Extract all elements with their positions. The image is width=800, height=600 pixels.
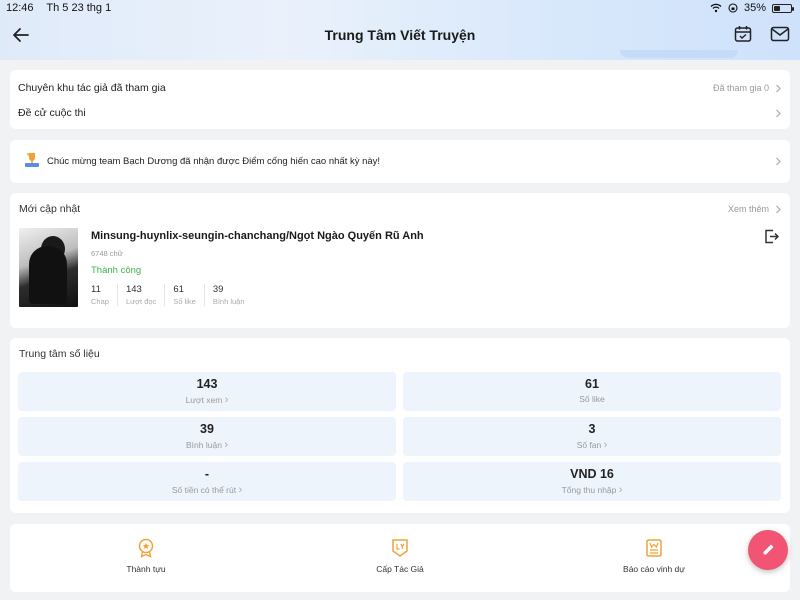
honor-report-button[interactable]: Báo cáo vinh dự (604, 538, 704, 574)
mail-icon[interactable] (770, 25, 790, 43)
announcement-banner[interactable]: Chúc mừng team Bạch Dương đã nhận được Đ… (10, 140, 790, 183)
navigation-bar: Trung Tâm Viết Truyện (0, 18, 800, 54)
tile-label: Số like (579, 394, 605, 404)
tile-label: Số fan (576, 440, 602, 450)
tile-value: VND 16 (570, 467, 614, 481)
trophy-icon (25, 153, 39, 167)
tile-value: 143 (196, 377, 218, 391)
book-title[interactable]: Minsung-huynlix-seungin-chanchang/Ngọt N… (91, 230, 424, 242)
joined-author-zones-row[interactable]: Chuyên khu tác giả đã tham gia Đã tham g… (18, 78, 782, 98)
tile-value: 39 (200, 422, 214, 436)
recently-updated-card: Mới cập nhật Xem thêm Minsung-huynlix-se… (10, 193, 790, 328)
tile-label: Số tiền có thể rút (171, 485, 237, 495)
stat-value: 61 (173, 284, 184, 295)
stat-likes: 61 Số like (173, 284, 205, 306)
author-links-card: Chuyên khu tác giả đã tham gia Đã tham g… (10, 70, 790, 129)
joined-count: Đã tham gia 0 (712, 83, 769, 93)
stat-label: Số like (173, 297, 196, 306)
contest-nomination-row[interactable]: Đề cử cuộc thi (18, 103, 782, 123)
data-center-card: Trung tâm số liệu 143 Lượt xem › 61 Số l… (10, 338, 790, 513)
page-title: Trung Tâm Viết Truyện (324, 27, 476, 43)
data-center-title: Trung tâm số liệu (19, 348, 100, 360)
see-more-label: Xem thêm (727, 204, 769, 214)
announcement-text: Chúc mừng team Bạch Dương đã nhận được Đ… (47, 155, 381, 167)
contest-nomination-label: Đề cử cuộc thi (18, 107, 86, 119)
battery-fill (774, 5, 780, 11)
cover-figure-body (29, 246, 67, 304)
chevron-right-icon (776, 205, 781, 213)
honor-report-icon (646, 539, 662, 557)
wifi-icon (710, 3, 722, 13)
calendar-icon[interactable] (734, 25, 752, 43)
chevron-right-icon (776, 109, 781, 117)
write-story-fab[interactable] (748, 530, 788, 570)
open-book-icon[interactable] (764, 229, 779, 244)
book-stats: 11 Chap 143 Lượt đọc 61 Số like 39 Bình … (91, 284, 261, 306)
level-badge-icon (392, 539, 408, 557)
status-bar: 12:46 Th 5 23 thg 1 35% (0, 0, 800, 18)
book-cover[interactable] (19, 228, 78, 307)
chevron-right-icon: › (224, 394, 229, 406)
achievements-button[interactable]: Thành tựu (96, 538, 196, 574)
tile-value: 61 (585, 377, 599, 391)
chevron-right-icon (776, 157, 781, 165)
medal-icon (138, 538, 154, 558)
stat-reads: 143 Lượt đọc (125, 284, 166, 306)
pencil-icon (763, 544, 774, 555)
stat-label: Chap (91, 297, 109, 306)
stat-value: 143 (125, 284, 142, 295)
book-status: Thành công (91, 265, 142, 276)
tile-likes[interactable]: 61 Số like (403, 372, 781, 411)
tile-value: 3 (588, 422, 596, 436)
honor-report-label: Báo cáo vinh dự (623, 564, 685, 574)
tile-fans[interactable]: 3 Số fan › (403, 417, 781, 456)
see-more-link[interactable]: Xem thêm (702, 199, 782, 219)
chevron-right-icon: › (224, 439, 228, 451)
chevron-right-icon (776, 84, 781, 92)
tile-label: Lượt xem (185, 395, 223, 405)
joined-author-zones-label: Chuyên khu tác giả đã tham gia (18, 82, 166, 94)
tile-total-income[interactable]: VND 16 Tổng thu nhập › (403, 462, 781, 501)
battery-icon (772, 3, 794, 13)
tile-views[interactable]: 143 Lượt xem › (18, 372, 396, 411)
tools-card: Thành tựu Cấp Tác Giả Báo cáo vinh dự (10, 524, 790, 592)
tile-value: - (204, 467, 210, 481)
stat-label: Lượt đọc (125, 297, 157, 306)
chevron-right-icon: › (618, 484, 623, 496)
status-date: Th 5 23 thg 1 (46, 2, 112, 14)
announcement-row: Chúc mừng team Bạch Dương đã nhận được Đ… (47, 151, 782, 171)
tile-label: Bình luận (186, 440, 222, 450)
stat-value: 11 (91, 284, 101, 295)
stat-label: Bình luận (212, 297, 245, 306)
author-level-label: Cấp Tác Giả (376, 564, 424, 574)
book-word-count: 6748 chữ (91, 249, 123, 258)
stat-value: 39 (212, 284, 224, 295)
orientation-lock-icon (728, 3, 738, 13)
status-time: 12:46 (6, 2, 34, 14)
chevron-right-icon: › (238, 484, 243, 496)
chevron-right-icon: › (603, 439, 608, 451)
stat-comments: 39 Bình luận (213, 284, 253, 306)
author-level-button[interactable]: Cấp Tác Giả (350, 538, 450, 574)
battery-percent: 35% (743, 2, 766, 14)
tile-comments[interactable]: 39 Bình luận › (18, 417, 396, 456)
recently-updated-title: Mới cập nhật (19, 203, 81, 215)
stat-chapters: 11 Chap (91, 284, 118, 306)
tile-label: Tổng thu nhập (561, 485, 617, 495)
tile-withdrawable[interactable]: - Số tiền có thể rút › (18, 462, 396, 501)
achievements-label: Thành tựu (126, 564, 166, 574)
